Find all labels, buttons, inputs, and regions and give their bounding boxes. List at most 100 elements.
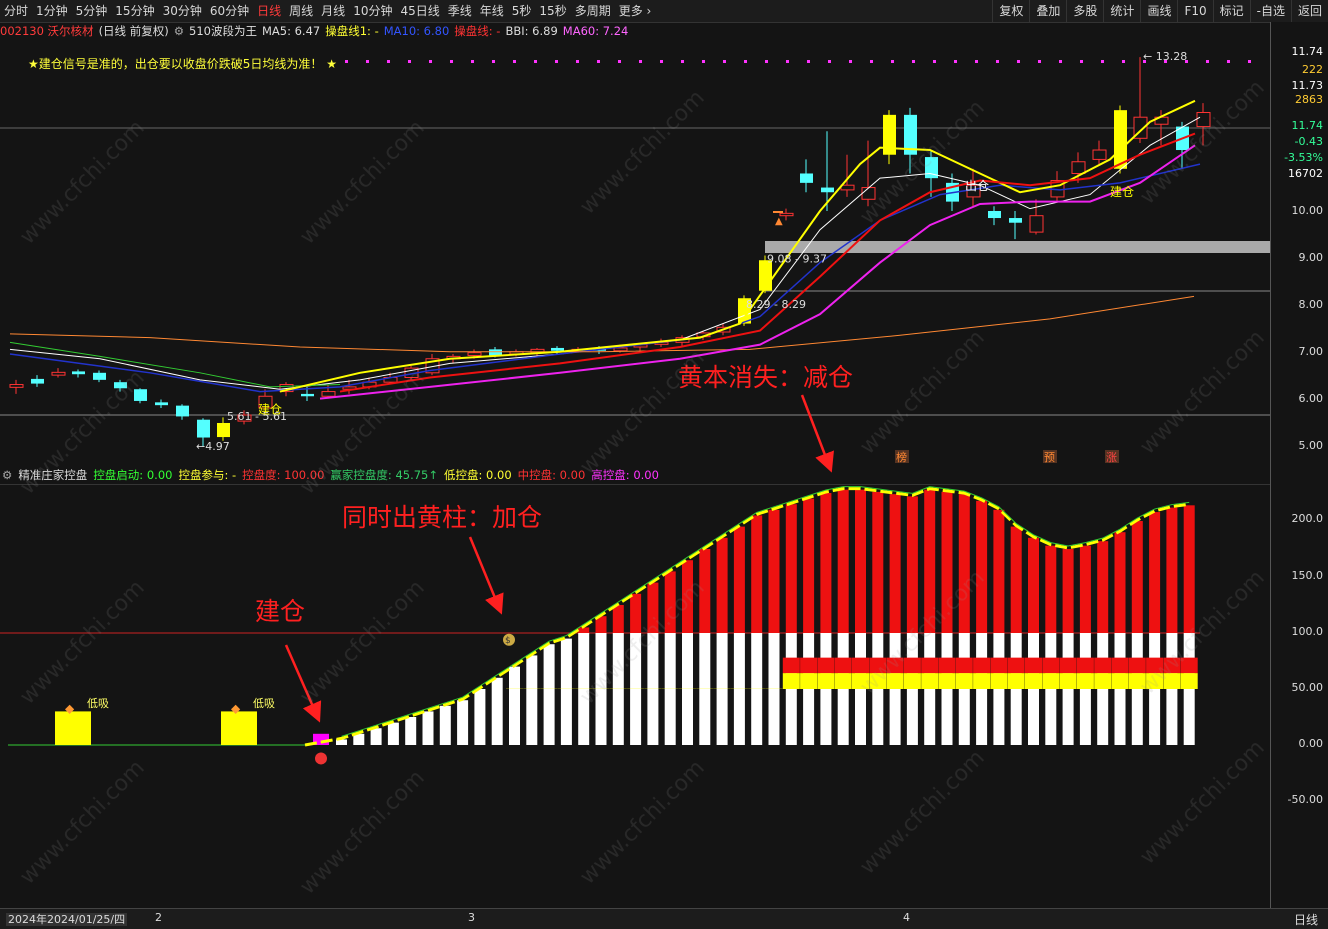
- toolbar-btn-0[interactable]: 复权: [992, 0, 1029, 22]
- range-label: 9.08 - 9.37: [767, 253, 827, 266]
- mid-control-bar: [1146, 673, 1163, 689]
- candle-body: [1093, 150, 1106, 159]
- time-tick: 4: [903, 911, 910, 924]
- price-axis-label: 7.00: [1299, 345, 1324, 358]
- price-chart[interactable]: ← 13.28←4.975.61 - 5.618.29 - 8.299.08 -…: [0, 40, 1270, 465]
- tab-7[interactable]: 周线: [285, 0, 317, 22]
- sub-settings-icon[interactable]: ⚙: [2, 468, 12, 482]
- tab-0[interactable]: 分时: [0, 0, 32, 22]
- tab-12[interactable]: 年线: [476, 0, 508, 22]
- toolbar-btn-1[interactable]: 叠加: [1029, 0, 1066, 22]
- badge-label[interactable]: 涨: [1106, 451, 1117, 464]
- candle-body: [1072, 162, 1085, 174]
- signal-dot: [702, 60, 705, 63]
- signal-dot: [387, 60, 390, 63]
- control-bar: [1063, 549, 1074, 633]
- high-control-bar: [1146, 658, 1163, 673]
- high-control-bar: [1008, 658, 1025, 673]
- candle-body: [10, 385, 23, 388]
- signal-dot: [807, 60, 810, 63]
- high-control-bar: [973, 658, 990, 673]
- signal-dot: [1206, 60, 1209, 63]
- mid-control-bar: [1008, 673, 1025, 689]
- high-control-bar: [939, 658, 956, 673]
- high-control-bar: [887, 658, 904, 673]
- control-bar: [838, 490, 849, 633]
- toolbar-btn-5[interactable]: F10: [1177, 0, 1212, 22]
- signal-dot: [849, 60, 852, 63]
- candle-body: [988, 211, 1001, 218]
- tab-16[interactable]: 更多 ›: [615, 0, 656, 22]
- period-label[interactable]: 日线: [1294, 911, 1318, 928]
- control-bar: [1028, 538, 1039, 633]
- settings-icon[interactable]: ⚙: [174, 24, 184, 38]
- high-control-bar: [1042, 658, 1059, 673]
- signal-dot: [828, 60, 831, 63]
- toolbar-btn-4[interactable]: 画线: [1140, 0, 1177, 22]
- high-control-bar: [921, 658, 938, 673]
- indicator-infobar: 002130 沃尔核材 (日线 前复权) ⚙ 510波段为王 MA5: 6.47…: [0, 23, 1270, 39]
- tab-14[interactable]: 15秒: [535, 0, 570, 22]
- annotation-build: 建仓: [255, 592, 305, 628]
- signal-dot: [471, 60, 474, 63]
- toolbar-btn-3[interactable]: 统计: [1103, 0, 1140, 22]
- control-item-5: 中控盘: 0.00: [518, 467, 586, 483]
- tab-10[interactable]: 45日线: [396, 0, 443, 22]
- arrow-up-icon: ▲: [775, 216, 783, 227]
- tab-8[interactable]: 月线: [317, 0, 349, 22]
- toolbar-btn-2[interactable]: 多股: [1066, 0, 1103, 22]
- candle-body: [468, 353, 481, 356]
- price-axis-label: 8.00: [1299, 298, 1324, 311]
- resistance-band: [765, 241, 1270, 253]
- sub-chart-title[interactable]: 精准庄家控盘: [18, 467, 87, 483]
- ma60-value: MA60: 7.24: [563, 24, 629, 38]
- indicator-name[interactable]: 510波段为王: [189, 23, 257, 39]
- toolbar-btn-6[interactable]: 标记: [1213, 0, 1250, 22]
- badge-label[interactable]: 榜: [896, 450, 907, 464]
- control-item-2: 控盘度: 100.00: [242, 467, 324, 483]
- control-bar: [803, 499, 814, 633]
- mid-control-bar: [800, 673, 817, 689]
- tab-2[interactable]: 5分钟: [72, 0, 112, 22]
- control-axis-label: 0.00: [1299, 737, 1324, 750]
- toolbar-btn-8[interactable]: 返回: [1291, 0, 1328, 22]
- signal-dot: [345, 60, 348, 63]
- toolbar-btn-7[interactable]: -自选: [1250, 0, 1291, 22]
- tab-6[interactable]: 日线: [253, 0, 285, 22]
- price-axis-label: 2863: [1295, 93, 1323, 106]
- control-chart[interactable]: ◆低吸◆低吸$: [0, 484, 1270, 907]
- control-bar: [526, 655, 537, 745]
- control-bar: [1149, 512, 1160, 633]
- high-control-bar: [800, 658, 817, 673]
- stock-code-name[interactable]: 002130 沃尔核材: [0, 23, 94, 39]
- tab-13[interactable]: 5秒: [508, 0, 536, 22]
- candle-body: [114, 382, 127, 388]
- signal-dot: [597, 60, 600, 63]
- control-bar: [492, 678, 503, 745]
- annotation-add: 同时出黄柱：加仓: [342, 498, 542, 534]
- tab-9[interactable]: 10分钟: [349, 0, 396, 22]
- tab-11[interactable]: 季线: [444, 0, 476, 22]
- time-tick: 2: [155, 911, 162, 924]
- tab-3[interactable]: 15分钟: [111, 0, 158, 22]
- tab-5[interactable]: 60分钟: [206, 0, 253, 22]
- ma60-line: [10, 296, 1194, 351]
- control-item-1: 控盘参与: -: [178, 467, 236, 483]
- badge-label[interactable]: 预: [1044, 451, 1055, 464]
- signal-dot: [996, 60, 999, 63]
- tab-4[interactable]: 30分钟: [159, 0, 206, 22]
- tab-15[interactable]: 多周期: [571, 0, 615, 22]
- mid-control-bar: [956, 673, 973, 689]
- low-absorb-label: 低吸: [87, 697, 109, 710]
- price-axis-label: 6.00: [1299, 392, 1324, 405]
- control-bar: [872, 492, 883, 633]
- mid-control-bar: [904, 673, 921, 689]
- control-bar: [717, 538, 728, 633]
- time-axis: 2024年2024/01/25/四 日线 234: [0, 908, 1328, 929]
- candle-body: [301, 394, 314, 396]
- control-bar: [820, 493, 831, 633]
- high-control-bar: [1077, 658, 1094, 673]
- tab-1[interactable]: 1分钟: [32, 0, 72, 22]
- control-bar: [440, 706, 451, 745]
- buy-signal: 建仓: [258, 403, 282, 417]
